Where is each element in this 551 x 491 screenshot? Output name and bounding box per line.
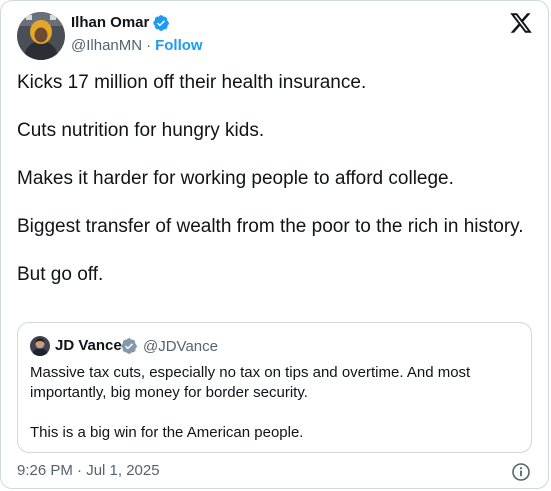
handle-separator: · <box>146 37 152 54</box>
quote-author-avatar <box>30 336 50 356</box>
author-name[interactable]: Ilhan Omar <box>71 14 149 31</box>
author-avatar[interactable] <box>17 12 65 60</box>
tweet-paragraph: Kicks 17 million off their health insura… <box>17 72 367 93</box>
info-icon[interactable] <box>511 462 531 482</box>
quote-author-handle: @JDVance <box>143 338 218 355</box>
verified-badge-icon <box>152 14 170 32</box>
tweet-embed-card: Ilhan Omar @IlhanMN · Follow Kicks 17 mill… <box>0 0 549 489</box>
quote-text: Massive tax cuts, especially no tax on t… <box>30 363 520 443</box>
follow-link[interactable]: Follow <box>155 37 203 54</box>
tweet-timestamp[interactable]: 9:26 PM · Jul 1, 2025 <box>17 462 160 479</box>
author-handle-row: @IlhanMN · Follow <box>71 37 203 54</box>
verified-badge-icon <box>120 337 138 355</box>
tweet-paragraph: Cuts nutrition for hungry kids. <box>17 120 265 141</box>
quote-paragraph: This is a big win for the American peopl… <box>30 424 304 441</box>
tweet-text: Kicks 17 million off their health insura… <box>17 71 532 287</box>
tweet-paragraph: But go off. <box>17 264 104 285</box>
quote-paragraph: Massive tax cuts, especially no tax on t… <box>30 364 471 401</box>
quote-author-name: JD Vance <box>55 337 122 354</box>
tweet-paragraph: Biggest transfer of wealth from the poor… <box>17 216 524 237</box>
author-handle[interactable]: @IlhanMN <box>71 37 142 54</box>
tweet-paragraph: Makes it harder for working people to af… <box>17 168 454 189</box>
x-logo-icon[interactable] <box>509 11 533 35</box>
quoted-tweet[interactable]: JD Vance @JDVance Massive tax cuts, espe… <box>17 322 532 453</box>
